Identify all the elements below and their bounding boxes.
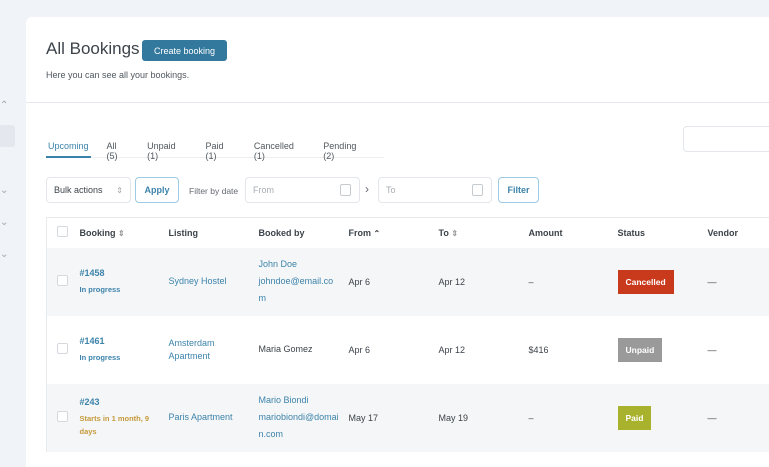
column-booking[interactable]: Booking ⇕ [80,218,169,248]
bookings-table: Booking ⇕ Listing Booked by From ⌃ To ⇕ … [46,217,769,452]
sort-icon: ⇕ [451,229,458,238]
booking-state: Starts in 1 month, 9 days [80,412,155,438]
tab-cancelled[interactable]: Cancelled (1) [252,141,307,158]
column-listing: Listing [169,218,259,248]
tab-unpaid[interactable]: Unpaid (1) [145,141,189,158]
booking-state: In progress [80,351,155,364]
status-badge: Cancelled [618,270,674,294]
table-row[interactable]: #1458 In progress Sydney Hostel John Doej… [47,248,769,316]
from-date: Apr 6 [349,316,439,384]
booked-by-email[interactable]: mariobiondi@domain.com [259,409,341,443]
listing-link[interactable]: Amsterdam Apartment [169,316,259,384]
row-checkbox[interactable] [57,275,68,286]
from-placeholder: From [253,185,274,195]
sort-ascending-icon: ⌃ [374,229,381,238]
column-from[interactable]: From ⌃ [349,218,439,248]
booked-by-name[interactable]: John Doe [259,256,349,273]
filter-button[interactable]: Filter [498,177,539,203]
booking-id-link[interactable]: #1461 [80,336,169,346]
row-checkbox[interactable] [57,411,68,422]
table-row[interactable]: #1461 In progress Amsterdam Apartment Mar… [47,316,769,384]
sort-icon: ⇕ [118,229,125,238]
column-vendor: Vendor [708,218,769,248]
apply-button[interactable]: Apply [135,177,179,203]
column-booked-by: Booked by [259,218,349,248]
column-status: Status [618,218,708,248]
booked-by-name[interactable]: Mario Biondi [259,392,349,409]
booked-by-email[interactable]: johndoe@email.com [259,273,341,307]
chevron-down-icon[interactable]: ⌄ [0,249,8,260]
to-date: Apr 12 [439,316,529,384]
listing-link[interactable]: Paris Apartment [169,384,259,452]
calendar-icon [472,184,483,196]
booking-id-link[interactable]: #243 [80,397,169,407]
vendor: — [708,384,769,452]
booking-id-link[interactable]: #1458 [80,268,169,278]
bulk-actions-label: Bulk actions [54,185,103,195]
status-badge: Paid [618,406,652,430]
to-placeholder: To [386,185,396,195]
sidebar-selected-item[interactable] [0,125,15,147]
booking-state: In progress [80,283,155,296]
column-to[interactable]: To ⇕ [439,218,529,248]
tab-upcoming[interactable]: Upcoming [46,141,91,158]
amount: – [529,384,618,452]
select-arrows-icon: ⇕ [116,186,123,195]
to-date: Apr 12 [439,248,529,316]
bulk-actions-select[interactable]: Bulk actions ⇕ [46,177,131,203]
chevron-down-icon[interactable]: ⌄ [0,217,8,228]
chevron-right-icon: › [365,182,369,196]
from-date: May 17 [349,384,439,452]
create-booking-button[interactable]: Create booking [142,40,227,61]
from-date: Apr 6 [349,248,439,316]
page-subtitle: Here you can see all your bookings. [46,70,189,80]
select-all-checkbox[interactable] [57,226,68,237]
page-title: All Bookings [46,39,140,59]
vendor: — [708,248,769,316]
chevron-down-icon[interactable]: ⌄ [0,185,8,196]
filter-by-date-label: Filter by date [189,186,238,196]
bookings-panel: All Bookings Create booking Here you can… [26,17,769,467]
status-badge: Unpaid [618,338,663,362]
tab-pending[interactable]: Pending (2) [321,141,370,158]
tab-paid[interactable]: Paid (1) [204,141,238,158]
booked-by-name: Maria Gomez [259,341,349,358]
vendor: — [708,316,769,384]
calendar-icon [340,184,351,196]
from-date-input[interactable]: From [245,177,360,203]
tab-all[interactable]: All (5) [105,141,132,158]
amount: – [529,248,618,316]
listing-link[interactable]: Sydney Hostel [169,248,259,316]
divider [26,102,769,103]
to-date: May 19 [439,384,529,452]
to-date-input[interactable]: To [378,177,492,203]
amount: $416 [529,316,618,384]
row-checkbox[interactable] [57,343,68,354]
status-tabs: Upcoming All (5) Unpaid (1) Paid (1) Can… [46,141,384,158]
column-amount: Amount [529,218,618,248]
chevron-up-icon[interactable]: ⌃ [0,100,8,111]
table-row[interactable]: #243 Starts in 1 month, 9 days Paris Apar… [47,384,769,452]
search-input[interactable] [683,126,769,152]
